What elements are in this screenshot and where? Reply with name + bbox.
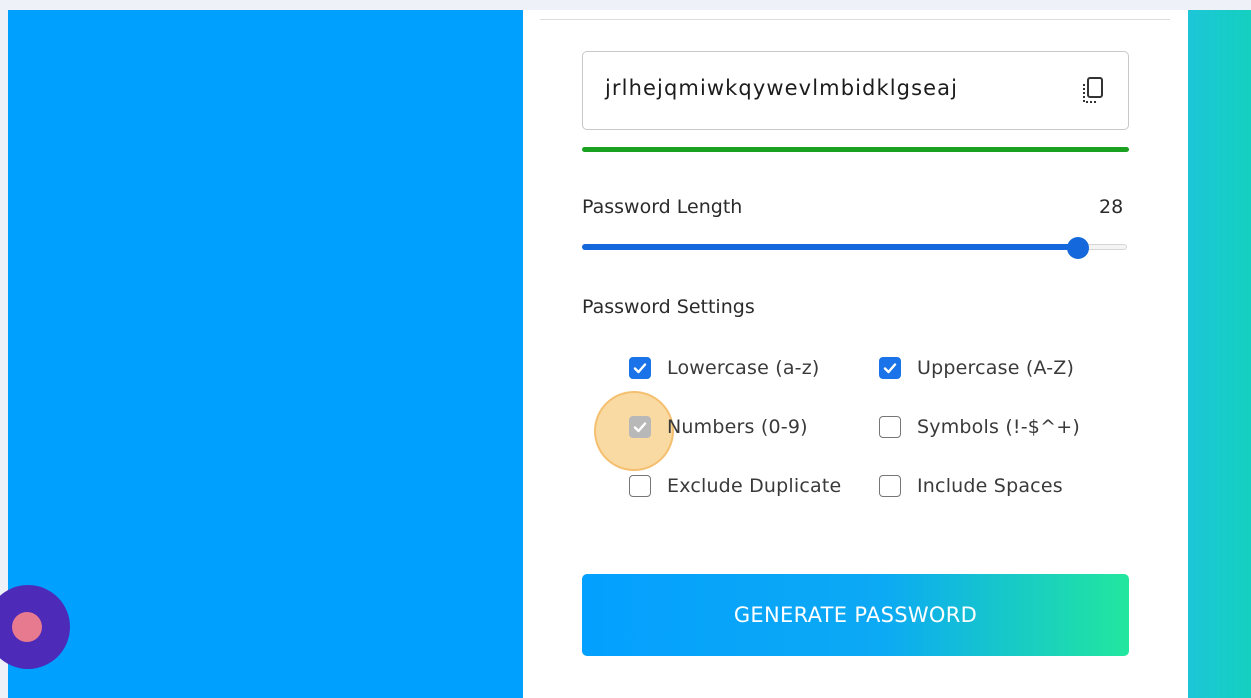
right-background-panel — [1188, 10, 1251, 698]
include-spaces-checkbox[interactable] — [879, 475, 901, 497]
exclude-duplicate-label: Exclude Duplicate — [667, 475, 842, 497]
slider-thumb[interactable] — [1066, 237, 1089, 259]
password-length-value: 28 — [1099, 196, 1124, 218]
password-strength-bar — [582, 147, 1129, 152]
numbers-checkbox[interactable] — [629, 416, 651, 438]
slider-fill — [582, 244, 1078, 250]
password-length-label: Password Length — [582, 196, 743, 218]
include-spaces-label: Include Spaces — [917, 475, 1063, 497]
lowercase-label: Lowercase (a-z) — [667, 357, 820, 379]
symbols-label: Symbols (!-$^+) — [917, 416, 1080, 438]
generate-password-button[interactable]: GENERATE PASSWORD — [582, 574, 1129, 656]
numbers-label: Numbers (0-9) — [667, 416, 808, 438]
symbols-checkbox[interactable] — [879, 416, 901, 438]
password-length-slider[interactable] — [582, 237, 1129, 259]
exclude-duplicate-checkbox[interactable] — [629, 475, 651, 497]
option-symbols[interactable]: Symbols (!-$^+) — [879, 416, 1080, 438]
uppercase-label: Uppercase (A-Z) — [917, 357, 1075, 379]
copy-icon[interactable] — [1080, 76, 1106, 106]
password-output-field[interactable]: jrlhejqmiwkqywevlmbidklgseaj — [582, 51, 1129, 130]
option-exclude-duplicate[interactable]: Exclude Duplicate — [629, 475, 841, 497]
option-numbers[interactable]: Numbers (0-9) — [629, 416, 808, 438]
card-divider — [540, 19, 1170, 20]
left-background-panel — [8, 10, 523, 698]
password-settings-title: Password Settings — [582, 296, 755, 318]
uppercase-checkbox[interactable] — [879, 357, 901, 379]
option-include-spaces[interactable]: Include Spaces — [879, 475, 1063, 497]
option-lowercase[interactable]: Lowercase (a-z) — [629, 357, 820, 379]
record-dot-icon — [12, 612, 42, 642]
option-uppercase[interactable]: Uppercase (A-Z) — [879, 357, 1074, 379]
password-text: jrlhejqmiwkqywevlmbidklgseaj — [605, 76, 959, 100]
lowercase-checkbox[interactable] — [629, 357, 651, 379]
